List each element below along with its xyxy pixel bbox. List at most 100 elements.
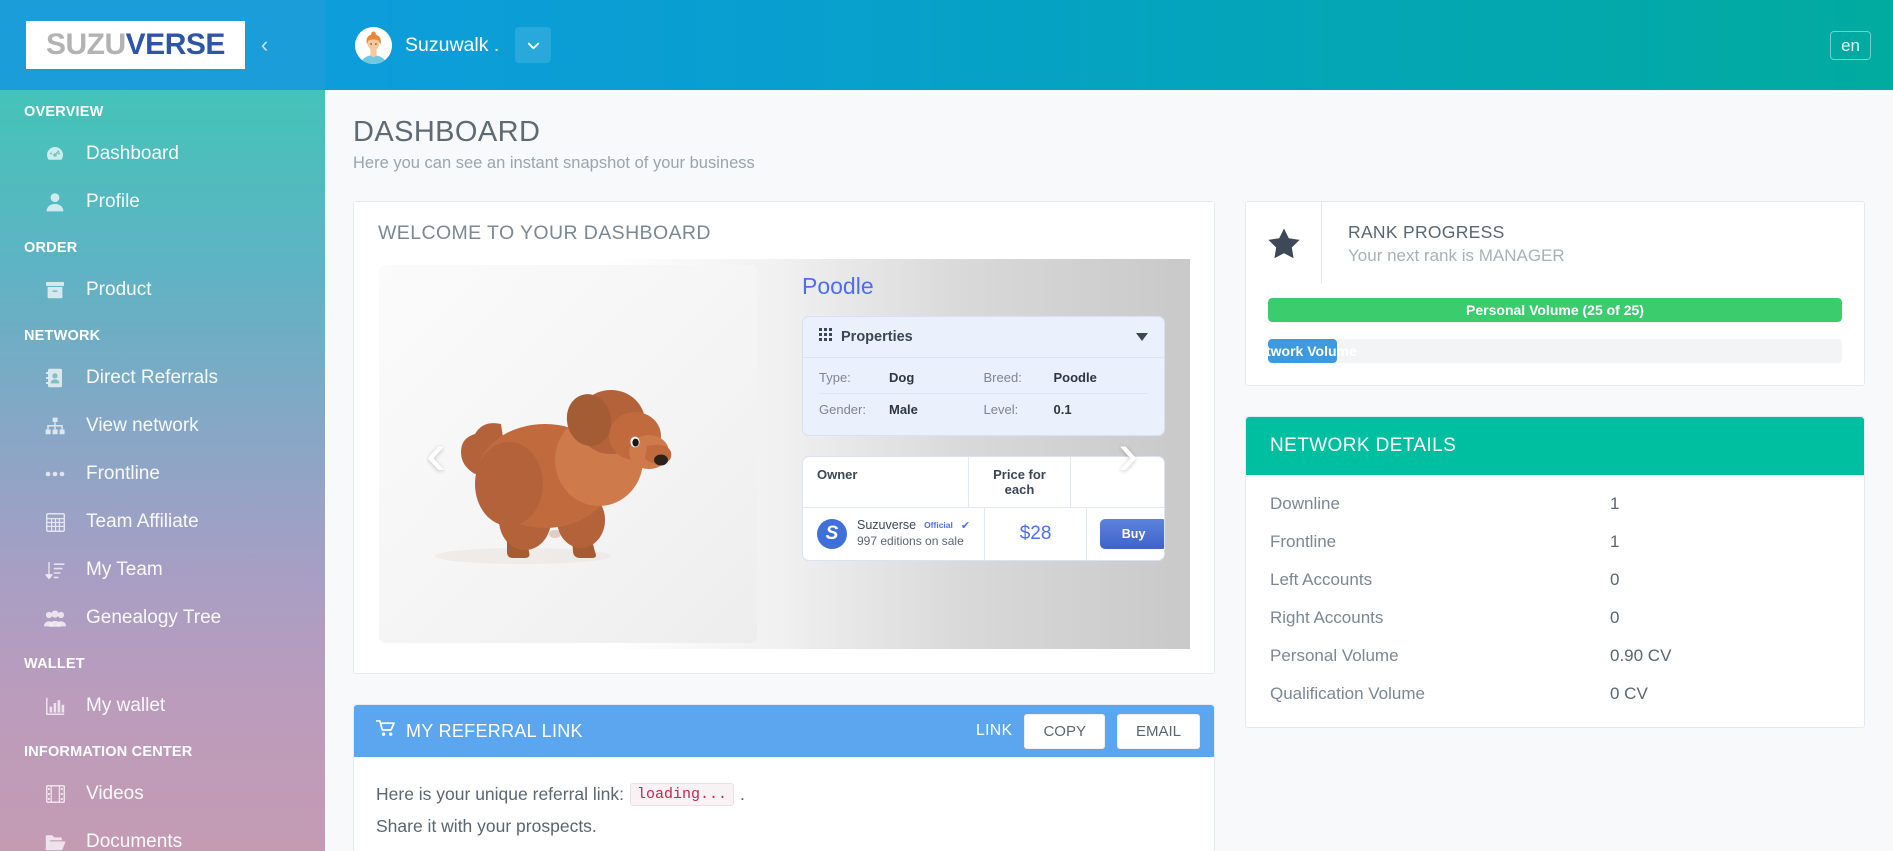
rank-progress-bars: Personal Volume (25 of 25) Network Volume: [1246, 284, 1864, 385]
sidebar-item-label: Direct Referrals: [86, 367, 218, 388]
carousel-next-icon[interactable]: ›: [1118, 424, 1138, 484]
network-details-title: NETWORK DETAILS: [1246, 417, 1864, 475]
sidebar-item-documents[interactable]: Documents: [0, 818, 325, 851]
network-details-card: NETWORK DETAILS Downline 1 Frontline 1 Left …: [1245, 416, 1865, 728]
brand-name-part2: VERSE: [125, 28, 226, 61]
referral-link-label[interactable]: LINK: [976, 722, 1012, 740]
welcome-heading: WELCOME TO YOUR DASHBOARD: [378, 222, 711, 244]
sidebar-item-team-affiliate[interactable]: Team Affiliate: [0, 498, 325, 546]
sidebar: SUZUVERSE ‹ OVERVIEW Dashboard Profile ORDE…: [0, 0, 325, 851]
progress-bar-fill: Personal Volume (25 of 25): [1268, 298, 1842, 322]
sidebar-logo-bar: SUZUVERSE ‹: [0, 0, 325, 90]
sidebar-item-label: Product: [86, 279, 152, 300]
sort-amount-icon: [40, 561, 70, 580]
property-value: Male: [889, 402, 918, 417]
ellipsis-icon: [40, 470, 70, 478]
sidebar-item-videos[interactable]: Videos: [0, 770, 325, 818]
table-row: S Suzuverse Official ✔ 997 editions on s…: [803, 508, 1164, 560]
sidebar-item-product[interactable]: Product: [0, 266, 325, 314]
bar-chart-icon: [40, 697, 70, 715]
user-menu[interactable]: Suzuwalk .: [355, 26, 552, 64]
referral-text-suffix: .: [740, 784, 745, 804]
network-details-list: Downline 1 Frontline 1 Left Accounts 0 Right A…: [1246, 475, 1864, 727]
sidebar-item-label: Team Affiliate: [86, 511, 199, 532]
sitemap-icon: [40, 417, 70, 435]
chevron-down-icon[interactable]: [515, 27, 552, 63]
table-header-row: Owner Price for each: [803, 457, 1164, 508]
nft-image-pane: ‹: [378, 259, 758, 649]
sidebar-item-profile[interactable]: Profile: [0, 178, 325, 226]
sidebar-item-label: Profile: [86, 191, 140, 212]
price-value: $28: [984, 508, 1086, 560]
topbar: Suzuwalk . en: [325, 0, 1893, 90]
nft-name: Poodle: [802, 273, 874, 299]
carousel-prev-icon[interactable]: ‹: [426, 424, 446, 484]
network-detail-value: 1: [1610, 494, 1620, 513]
page-content: DASHBOARD Here you can see an instant sn…: [325, 90, 1893, 851]
grid-table-icon: [40, 512, 70, 532]
sidebar-section-network: NETWORK: [24, 328, 101, 344]
email-button[interactable]: EMAIL: [1116, 713, 1200, 749]
sidebar-item-label: My Team: [86, 559, 163, 580]
referral-header: MY REFERRAL LINK LINK COPY EMAIL: [354, 705, 1214, 757]
copy-button[interactable]: COPY: [1024, 713, 1105, 749]
referral-title: MY REFERRAL LINK: [406, 720, 583, 741]
progress-bar-fill: Network Volume: [1268, 339, 1357, 363]
network-detail-value: 0 CV: [1610, 684, 1648, 703]
property-value: 0.1: [1053, 402, 1072, 417]
progress-bar-track: Network Volume: [1268, 339, 1842, 363]
network-detail-key: Downline: [1270, 494, 1340, 513]
buy-button[interactable]: Buy: [1099, 519, 1164, 549]
sidebar-item-direct-referrals[interactable]: Direct Referrals: [0, 354, 325, 402]
owner-name: Suzuverse: [857, 518, 917, 532]
network-detail-key: Qualification Volume: [1270, 684, 1425, 703]
sidebar-item-my-team[interactable]: My Team: [0, 546, 325, 594]
network-detail-row: Personal Volume 0.90 CV: [1246, 637, 1864, 675]
check-circle-icon: ✔: [960, 519, 971, 532]
property-key: Breed:: [983, 370, 1022, 385]
sidebar-item-genealogy-tree[interactable]: Genealogy Tree: [0, 594, 325, 642]
network-detail-value: 0.90 CV: [1610, 646, 1672, 665]
editions-label: 997 editions on sale: [857, 534, 964, 548]
sidebar-item-label: Genealogy Tree: [86, 607, 222, 628]
sidebar-item-label: Frontline: [86, 463, 160, 484]
chevron-left-icon[interactable]: ‹: [261, 34, 268, 56]
sidebar-item-view-network[interactable]: View network: [0, 402, 325, 450]
progress-bar-track: Personal Volume (25 of 25): [1268, 298, 1842, 322]
sidebar-item-frontline[interactable]: Frontline: [0, 450, 325, 498]
sidebar-item-label: View network: [86, 415, 199, 436]
avatar: [355, 26, 392, 64]
column-header-price: Price for each: [968, 457, 1070, 507]
nft-properties-header[interactable]: Properties: [803, 317, 1164, 358]
language-selector[interactable]: en: [1830, 30, 1871, 60]
welcome-card: WELCOME TO YOUR DASHBOARD ‹ Poodle Prope…: [353, 201, 1215, 674]
film-icon: [40, 785, 70, 803]
sidebar-section-information-center: INFORMATION CENTER: [24, 744, 193, 760]
shopping-cart-icon: [375, 720, 395, 742]
official-badge: Official: [924, 520, 953, 530]
network-detail-key: Right Accounts: [1270, 608, 1384, 627]
star-icon: [1246, 202, 1322, 284]
contact-book-icon: [40, 368, 70, 388]
user-icon: [40, 192, 70, 212]
brand-logo[interactable]: SUZUVERSE: [26, 21, 245, 69]
sidebar-nav: OVERVIEW Dashboard Profile ORDER Product NETW…: [0, 90, 325, 851]
property-key: Type:: [819, 370, 851, 385]
rank-progress-title: RANK PROGRESS: [1348, 222, 1505, 242]
referral-text-prefix: Here is your unique referral link:: [376, 784, 625, 804]
property-value: Dog: [889, 370, 915, 385]
network-detail-row: Downline 1: [1246, 485, 1864, 523]
property-value: Poodle: [1053, 370, 1097, 385]
nft-properties-body: Type: Dog Breed: Poodle Gender: Male Lev…: [803, 358, 1164, 435]
sidebar-item-label: Documents: [86, 831, 183, 851]
caret-down-icon[interactable]: [1136, 328, 1148, 346]
sidebar-item-my-wallet[interactable]: My wallet: [0, 682, 325, 730]
property-row: Type: Dog Breed: Poodle: [803, 362, 1164, 393]
property-key: Gender:: [819, 402, 866, 417]
rank-progress-card: RANK PROGRESS Your next rank is MANAGER …: [1245, 201, 1865, 386]
nft-properties-title: Properties: [841, 329, 913, 345]
network-detail-value: 1: [1610, 532, 1620, 551]
right-column: RANK PROGRESS Your next rank is MANAGER …: [1245, 201, 1865, 728]
sidebar-item-dashboard[interactable]: Dashboard: [0, 130, 325, 178]
grid-dots-icon: [819, 328, 832, 346]
